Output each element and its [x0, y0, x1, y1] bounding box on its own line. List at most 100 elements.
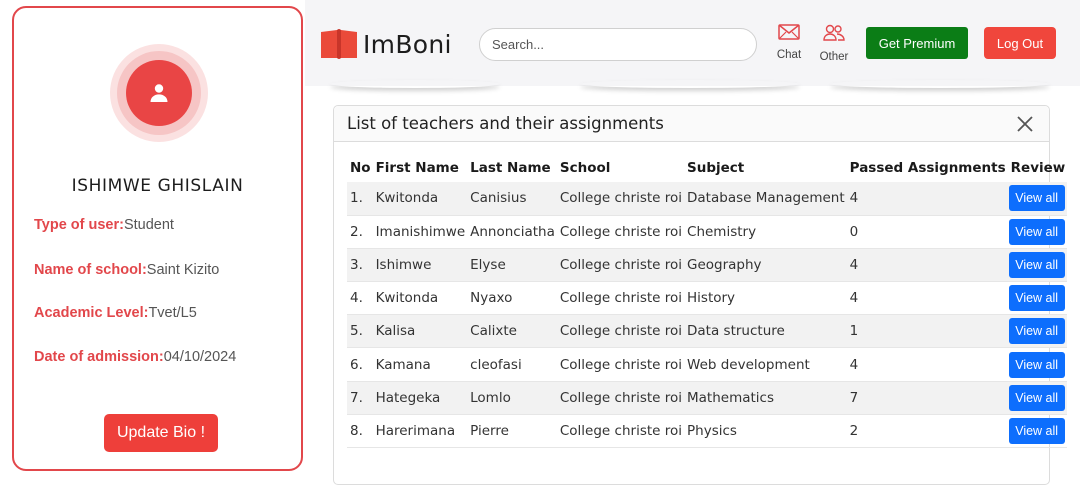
cell-school: College christe roi — [556, 347, 685, 382]
assignments-panel: List of teachers and their assignments N… — [333, 105, 1068, 485]
view-all-button[interactable]: View all — [1008, 285, 1065, 312]
cell-first-name: Kwitonda — [372, 281, 468, 316]
envelope-icon — [778, 24, 800, 40]
cell-no: 1. — [347, 182, 373, 216]
cell-review: View all — [1007, 281, 1068, 316]
table-row: 4. Kwitonda Nyaxo College christe roi Hi… — [347, 281, 1068, 316]
cell-passed: 4 — [846, 281, 1008, 316]
other-label: Other — [819, 51, 849, 63]
cell-last-name: Elyse — [467, 248, 557, 283]
table-header-row: No First Name Last Name School Subject P… — [347, 154, 1067, 182]
col-no: No — [350, 160, 371, 176]
view-all-button[interactable]: View all — [1008, 351, 1065, 378]
table-row: 2. Imanishimwe Annonciatha College chris… — [347, 215, 1068, 249]
cell-review: View all — [1007, 347, 1068, 382]
admission-date-label: Date of admission: — [34, 349, 164, 365]
type-of-user-row: Type of user:Student — [34, 217, 174, 233]
col-first-name: First Name — [375, 160, 459, 176]
cell-review: View all — [1007, 381, 1068, 415]
cell-passed: 2 — [846, 414, 1008, 449]
cell-school: College christe roi — [556, 414, 685, 449]
user-icon — [150, 84, 168, 102]
school-name-value: Saint Kizito — [146, 262, 220, 278]
other-link[interactable]: Other — [809, 24, 859, 63]
chat-link[interactable]: Chat — [764, 24, 814, 61]
cell-first-name: Kwitonda — [372, 182, 468, 216]
cell-no: 3. — [347, 248, 373, 283]
avatar-halo — [110, 44, 208, 142]
chat-label: Chat — [776, 49, 802, 61]
cell-school: College christe roi — [556, 381, 685, 415]
brand-logo[interactable]: ImBoni — [319, 28, 452, 60]
cell-no: 6. — [347, 347, 373, 382]
cell-last-name: Annonciatha — [467, 215, 557, 249]
cell-school: College christe roi — [556, 182, 685, 216]
teachers-table: No First Name Last Name School Subject P… — [347, 154, 1068, 449]
card-shadow-3 — [830, 80, 1050, 88]
cell-no: 4. — [347, 281, 373, 316]
search-input[interactable] — [479, 28, 757, 61]
panel-header: List of teachers and their assignments — [334, 106, 1049, 142]
col-last-name: Last Name — [470, 160, 551, 176]
cell-review: View all — [1007, 314, 1068, 349]
cell-review: View all — [1007, 248, 1068, 283]
cell-first-name: Ishimwe — [372, 248, 468, 283]
table-row: 8. Harerimana Pierre College christe roi… — [347, 414, 1068, 449]
type-of-user-value: Student — [123, 217, 174, 233]
cell-subject: Web development — [684, 347, 847, 382]
view-all-button[interactable]: View all — [1008, 218, 1065, 245]
update-bio-button[interactable]: Update Bio ! — [104, 414, 218, 452]
cell-subject: Geography — [684, 248, 847, 283]
cell-last-name: Canisius — [467, 182, 557, 216]
cell-school: College christe roi — [556, 248, 685, 283]
close-icon[interactable] — [1015, 114, 1035, 134]
academic-level-row: Academic Level:Tvet/L5 — [34, 305, 197, 321]
cell-last-name: Calixte — [467, 314, 557, 349]
cell-first-name: Imanishimwe — [372, 215, 468, 249]
cell-subject: Data structure — [684, 314, 847, 349]
profile-card: ISHIMWE GHISLAIN Type of user:Student Na… — [12, 6, 303, 471]
book-icon — [321, 29, 357, 59]
top-header: ImBoni Chat Other Get Premium Log Out — [305, 0, 1080, 86]
table-row: 6. Kamana cleofasi College christe roi W… — [347, 347, 1068, 382]
avatar[interactable] — [126, 60, 192, 126]
view-all-button[interactable]: View all — [1008, 384, 1065, 411]
cell-last-name: Pierre — [467, 414, 557, 449]
admission-date-row: Date of admission:04/10/2024 — [34, 349, 236, 365]
panel-title: List of teachers and their assignments — [347, 114, 664, 133]
type-of-user-label: Type of user: — [34, 217, 124, 233]
view-all-button[interactable]: View all — [1008, 318, 1065, 345]
cell-last-name: cleofasi — [467, 347, 557, 382]
cell-passed: 1 — [846, 314, 1008, 349]
cell-review: View all — [1007, 215, 1068, 249]
users-icon — [823, 24, 845, 41]
cell-last-name: Lomlo — [467, 381, 557, 415]
col-passed-assignments: Passed Assignments — [849, 160, 1006, 176]
col-review: Review — [1010, 160, 1066, 176]
cell-review: View all — [1007, 414, 1068, 449]
card-shadow-2 — [580, 80, 800, 88]
cell-subject: Mathematics — [684, 381, 847, 415]
view-all-button[interactable]: View all — [1008, 185, 1065, 212]
cell-passed: 4 — [846, 347, 1008, 382]
table-row: 3. Ishimwe Elyse College christe roi Geo… — [347, 248, 1068, 283]
log-out-button[interactable]: Log Out — [984, 27, 1056, 59]
academic-level-label: Academic Level: — [34, 305, 149, 321]
cell-subject: History — [684, 281, 847, 316]
view-all-button[interactable]: View all — [1008, 251, 1065, 278]
cell-no: 5. — [347, 314, 373, 349]
cell-no: 8. — [347, 414, 373, 449]
cell-school: College christe roi — [556, 281, 685, 316]
admission-date-value: 04/10/2024 — [163, 349, 237, 365]
school-name-label: Name of school: — [34, 262, 147, 278]
cell-last-name: Nyaxo — [467, 281, 557, 316]
cell-school: College christe roi — [556, 314, 685, 349]
table-row: 7. Hategeka Lomlo College christe roi Ma… — [347, 381, 1068, 415]
cell-first-name: Harerimana — [372, 414, 468, 449]
view-all-button[interactable]: View all — [1008, 417, 1065, 444]
cell-passed: 4 — [846, 248, 1008, 283]
table-row: 5. Kalisa Calixte College christe roi Da… — [347, 314, 1068, 349]
get-premium-button[interactable]: Get Premium — [866, 27, 968, 59]
cell-passed: 0 — [846, 215, 1008, 249]
avatar-ring — [117, 51, 201, 135]
